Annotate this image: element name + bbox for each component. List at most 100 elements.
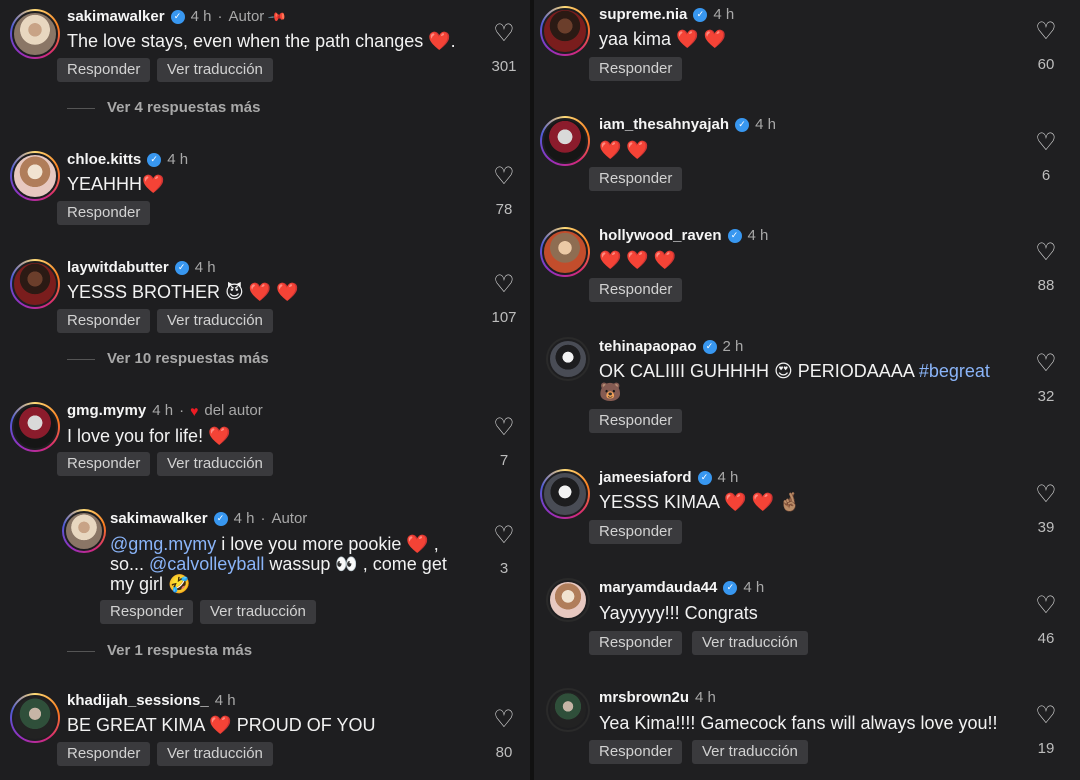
username[interactable]: sakimawalker: [67, 8, 165, 25]
reply-button[interactable]: Responder: [57, 58, 151, 82]
reply-button[interactable]: Responder: [589, 57, 683, 81]
translate-button[interactable]: Ver traducción: [157, 742, 273, 766]
username[interactable]: gmg.mymy: [67, 402, 146, 419]
reply-button[interactable]: Responder: [57, 309, 151, 333]
mention-link[interactable]: @gmg.mymy: [110, 534, 216, 554]
like-count: 3: [499, 560, 509, 577]
divider: [67, 108, 95, 109]
comment-text: yaa kima ❤️ ❤️: [599, 29, 726, 49]
like-button[interactable]: ♡ 60: [1031, 20, 1061, 74]
translate-button[interactable]: Ver traducción: [157, 58, 273, 82]
view-more-replies[interactable]: Ver 4 respuestas más: [107, 99, 260, 116]
avatar[interactable]: [10, 9, 60, 59]
translate-button[interactable]: Ver traducción: [157, 309, 273, 333]
timestamp: 4 h: [190, 8, 212, 25]
divider: [67, 651, 95, 652]
avatar[interactable]: [540, 6, 590, 56]
comment-text: YESSS KIMAA ❤️ ❤️ 🤞🏽: [599, 492, 802, 512]
translate-button[interactable]: Ver traducción: [692, 631, 808, 655]
username[interactable]: maryamdauda44: [599, 579, 717, 596]
like-button[interactable]: ♡ 46: [1031, 592, 1061, 648]
username[interactable]: khadijah_sessions_: [67, 692, 209, 709]
like-button[interactable]: ♡ 301: [489, 20, 519, 76]
view-more-replies[interactable]: Ver 10 respuestas más: [107, 350, 269, 367]
mention-link[interactable]: @calvolleyball: [149, 554, 264, 574]
like-button[interactable]: ♡ 80: [489, 708, 519, 762]
reply-button[interactable]: Responder: [589, 278, 683, 302]
reply-button[interactable]: Responder: [589, 520, 683, 544]
reply-button[interactable]: Responder: [589, 740, 683, 764]
avatar[interactable]: [540, 227, 590, 277]
reply-button[interactable]: Responder: [57, 742, 151, 766]
username[interactable]: supreme.nia: [599, 6, 687, 23]
heart-outline-icon: ♡: [1035, 129, 1057, 156]
heart-outline-icon: ♡: [493, 20, 515, 47]
username[interactable]: jameesiaford: [599, 469, 692, 486]
username[interactable]: chloe.kitts: [67, 151, 141, 168]
like-count: 60: [1037, 56, 1055, 73]
comment-meta: khadijah_sessions_ 4 h: [67, 692, 236, 709]
username[interactable]: mrsbrown2u: [599, 689, 689, 706]
view-more-replies[interactable]: Ver 1 respuesta más: [107, 642, 252, 659]
heart-outline-icon: ♡: [493, 414, 515, 441]
username[interactable]: laywitdabutter: [67, 259, 169, 276]
avatar[interactable]: [540, 469, 590, 519]
avatar[interactable]: [540, 116, 590, 166]
translate-button[interactable]: Ver traducción: [157, 452, 273, 476]
heart-outline-icon: ♡: [1035, 239, 1057, 266]
like-count: 78: [495, 201, 513, 218]
like-button[interactable]: ♡ 107: [489, 273, 519, 327]
comment-meta: iam_thesahnyajah ✓ 4 h: [599, 116, 776, 133]
like-button[interactable]: ♡ 6: [1031, 129, 1061, 185]
timestamp: 2 h: [722, 338, 744, 355]
timestamp: 4 h: [167, 151, 189, 168]
right-comment-panel: supreme.nia ✓ 4 h yaa kima ❤️ ❤️ Respond…: [534, 0, 1080, 780]
avatar[interactable]: [546, 337, 590, 381]
like-button[interactable]: ♡ 78: [489, 165, 519, 219]
avatar[interactable]: [546, 688, 590, 732]
avatar[interactable]: [10, 402, 60, 452]
avatar[interactable]: [10, 693, 60, 743]
reply-button[interactable]: Responder: [57, 201, 151, 225]
reply-button[interactable]: Responder: [589, 409, 683, 433]
like-button[interactable]: ♡ 3: [489, 524, 519, 578]
verified-badge-icon: ✓: [693, 7, 708, 22]
username[interactable]: hollywood_raven: [599, 227, 722, 244]
heart-outline-icon: ♡: [1035, 481, 1057, 508]
avatar[interactable]: [10, 151, 60, 201]
translate-button[interactable]: Ver traducción: [200, 600, 316, 624]
verified-badge-icon: ✓: [697, 470, 712, 485]
avatar[interactable]: [10, 259, 60, 309]
username[interactable]: iam_thesahnyajah: [599, 116, 729, 133]
like-count: 39: [1037, 519, 1055, 536]
timestamp: 4 h: [214, 692, 236, 709]
comment-text-line-3: my girl 🤣: [110, 574, 191, 594]
comment-text: YEAHHH❤️: [67, 174, 165, 194]
username[interactable]: sakimawalker: [110, 510, 208, 527]
timestamp: 4 h: [743, 579, 765, 596]
reply-button[interactable]: Responder: [100, 600, 194, 624]
like-button[interactable]: ♡ 88: [1031, 239, 1061, 295]
avatar[interactable]: [62, 509, 106, 553]
comment-text: I love you for life! ❤️: [67, 426, 231, 446]
hashtag-link[interactable]: #begreat: [919, 361, 990, 381]
comment-meta: mrsbrown2u 4 h: [599, 689, 716, 706]
like-button[interactable]: ♡ 7: [489, 414, 519, 470]
like-button[interactable]: ♡ 39: [1031, 481, 1061, 537]
username[interactable]: tehinapaopao: [599, 338, 697, 355]
comment-meta: jameesiaford ✓ 4 h: [599, 469, 738, 486]
comment-meta: laywitdabutter ✓ 4 h: [67, 259, 216, 276]
author-tag: Autor: [228, 8, 265, 25]
heart-outline-icon: ♡: [1035, 592, 1057, 619]
reply-button[interactable]: Responder: [589, 167, 683, 191]
like-button[interactable]: ♡ 32: [1031, 352, 1061, 406]
reply-button[interactable]: Responder: [589, 631, 683, 655]
like-button[interactable]: ♡ 19: [1031, 704, 1061, 758]
comment-text: ❤️ ❤️ ❤️: [599, 250, 677, 270]
avatar[interactable]: [546, 578, 590, 622]
reply-button[interactable]: Responder: [57, 452, 151, 476]
like-count: 46: [1037, 630, 1055, 647]
divider: [67, 359, 95, 360]
translate-button[interactable]: Ver traducción: [692, 740, 808, 764]
liked-by-author-label: del autor: [204, 402, 263, 419]
